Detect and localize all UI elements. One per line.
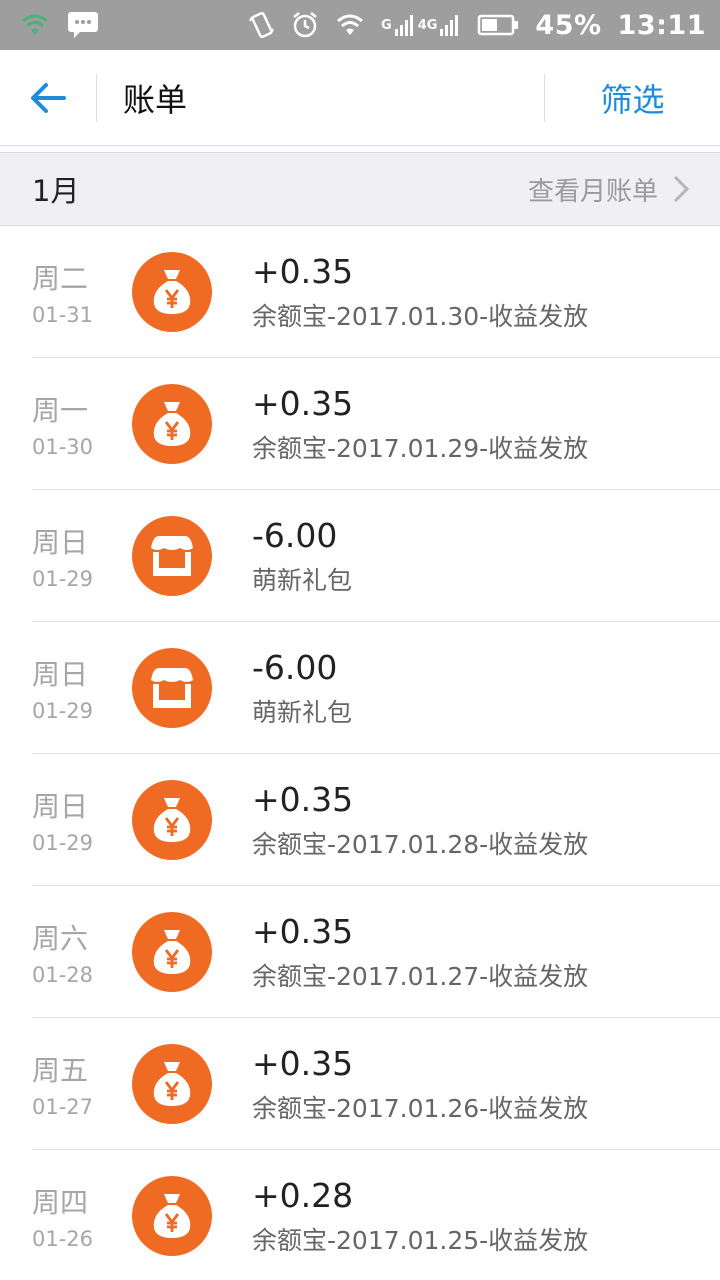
transaction-day: 01-26	[32, 1227, 94, 1251]
transaction-amount: +0.35	[252, 1043, 354, 1083]
transaction-body: +0.35 余额宝-2017.01.30-收益发放	[252, 252, 588, 333]
transaction-body: +0.28 余额宝-2017.01.25-收益发放	[252, 1176, 588, 1257]
transaction-amount: -6.00	[252, 647, 338, 687]
transaction-description: 萌新礼包	[252, 565, 353, 595]
status-bar-right: G 4G 45% 13:11	[249, 10, 706, 41]
transaction-description: 余额宝-2017.01.25-收益发放	[252, 1225, 589, 1255]
transaction-date: 周一 01-30	[0, 389, 130, 459]
transaction-amount: +0.35	[252, 779, 354, 819]
back-button[interactable]	[0, 50, 96, 145]
transaction-date: 周五 01-27	[0, 1049, 130, 1119]
transaction-description: 余额宝-2017.01.29-收益发放	[252, 433, 589, 463]
transaction-body: +0.35 余额宝-2017.01.26-收益发放	[252, 1044, 588, 1125]
transaction-amount: +0.35	[252, 911, 354, 951]
transaction-body: -6.00 萌新礼包	[252, 516, 352, 597]
transaction-day: 01-27	[32, 1095, 94, 1119]
money-bag-icon	[132, 1176, 212, 1256]
transaction-day: 01-30	[32, 435, 94, 459]
chevron-right-icon	[673, 175, 690, 203]
transaction-list: 周二 01-31 +0.35 余额宝-2017.01.30-收益发放 周一 01…	[0, 226, 720, 1280]
transaction-row[interactable]: 周日 01-29 -6.00 萌新礼包	[0, 490, 720, 622]
transaction-weekday: 周四	[32, 1186, 89, 1219]
money-bag-icon	[132, 1044, 212, 1124]
view-monthly-bill-link[interactable]: 查看月账单	[528, 171, 690, 208]
transaction-description: 余额宝-2017.01.30-收益发放	[252, 301, 589, 331]
transaction-weekday: 周日	[32, 526, 89, 559]
shop-icon	[132, 516, 212, 596]
transaction-day: 01-29	[32, 567, 94, 591]
wifi-icon	[20, 13, 50, 37]
money-bag-icon	[132, 912, 212, 992]
transaction-weekday: 周一	[32, 394, 89, 427]
transaction-row[interactable]: 周一 01-30 +0.35 余额宝-2017.01.29-收益发放	[0, 358, 720, 490]
shop-icon	[132, 648, 212, 728]
transaction-weekday: 周六	[32, 922, 89, 955]
status-bar-left	[20, 10, 100, 40]
transaction-row[interactable]: 周五 01-27 +0.35 余额宝-2017.01.26-收益发放	[0, 1018, 720, 1150]
vibrate-icon	[249, 11, 275, 39]
transaction-day: 01-29	[32, 699, 94, 723]
transaction-amount: +0.35	[252, 251, 354, 291]
month-section-header: 1月 查看月账单	[0, 152, 720, 226]
transaction-weekday: 周日	[32, 790, 89, 823]
transaction-description: 余额宝-2017.01.26-收益发放	[252, 1093, 589, 1123]
transaction-weekday: 周二	[32, 262, 89, 295]
transaction-date: 周日 01-29	[0, 521, 130, 591]
transaction-row[interactable]: 周六 01-28 +0.35 余额宝-2017.01.27-收益发放	[0, 886, 720, 1018]
transaction-day: 01-28	[32, 963, 94, 987]
money-bag-icon	[132, 384, 212, 464]
transaction-amount: -6.00	[252, 515, 338, 555]
transaction-weekday: 周日	[32, 658, 89, 691]
battery-percent: 45%	[535, 9, 602, 41]
transaction-description: 余额宝-2017.01.28-收益发放	[252, 829, 589, 859]
clock: 13:11	[617, 9, 706, 41]
battery-icon	[477, 13, 519, 37]
transaction-date: 周四 01-26	[0, 1181, 130, 1251]
transaction-row[interactable]: 周二 01-31 +0.35 余额宝-2017.01.30-收益发放	[0, 226, 720, 358]
arrow-left-icon	[31, 82, 66, 113]
page-title: 账单	[123, 80, 188, 119]
money-bag-icon	[132, 780, 212, 860]
transaction-row[interactable]: 周日 01-29 +0.35 余额宝-2017.01.28-收益发放	[0, 754, 720, 886]
transaction-day: 01-31	[32, 303, 94, 327]
wifi-signal-icon	[335, 13, 365, 37]
transaction-date: 周日 01-29	[0, 653, 130, 723]
app-header: 账单 筛选	[0, 50, 720, 146]
transaction-description: 余额宝-2017.01.27-收益发放	[252, 961, 589, 991]
transaction-date: 周六 01-28	[0, 917, 130, 987]
view-monthly-bill-label: 查看月账单	[527, 176, 658, 207]
transaction-date: 周日 01-29	[0, 785, 130, 855]
cell-signal-icon: G 4G	[381, 13, 461, 37]
alarm-icon	[291, 11, 319, 39]
money-bag-icon	[132, 252, 212, 332]
transaction-body: -6.00 萌新礼包	[252, 648, 352, 729]
network-type-label: 4G	[417, 17, 438, 33]
signal-type-label: G	[381, 17, 392, 33]
transaction-row[interactable]: 周日 01-29 -6.00 萌新礼包	[0, 622, 720, 754]
transaction-body: +0.35 余额宝-2017.01.28-收益发放	[252, 780, 588, 861]
transaction-amount: +0.28	[252, 1175, 354, 1215]
transaction-body: +0.35 余额宝-2017.01.29-收益发放	[252, 384, 588, 465]
transaction-body: +0.35 余额宝-2017.01.27-收益发放	[252, 912, 588, 993]
month-label: 1月	[32, 174, 80, 208]
filter-button[interactable]: 筛选	[544, 73, 720, 122]
status-bar: G 4G 45% 13:11	[0, 0, 720, 50]
message-icon	[66, 10, 100, 40]
transaction-weekday: 周五	[32, 1054, 89, 1087]
transaction-amount: +0.35	[252, 383, 354, 423]
transaction-day: 01-29	[32, 831, 94, 855]
transaction-description: 萌新礼包	[252, 697, 353, 727]
transaction-date: 周二 01-31	[0, 257, 130, 327]
transaction-row[interactable]: 周四 01-26 +0.28 余额宝-2017.01.25-收益发放	[0, 1150, 720, 1280]
